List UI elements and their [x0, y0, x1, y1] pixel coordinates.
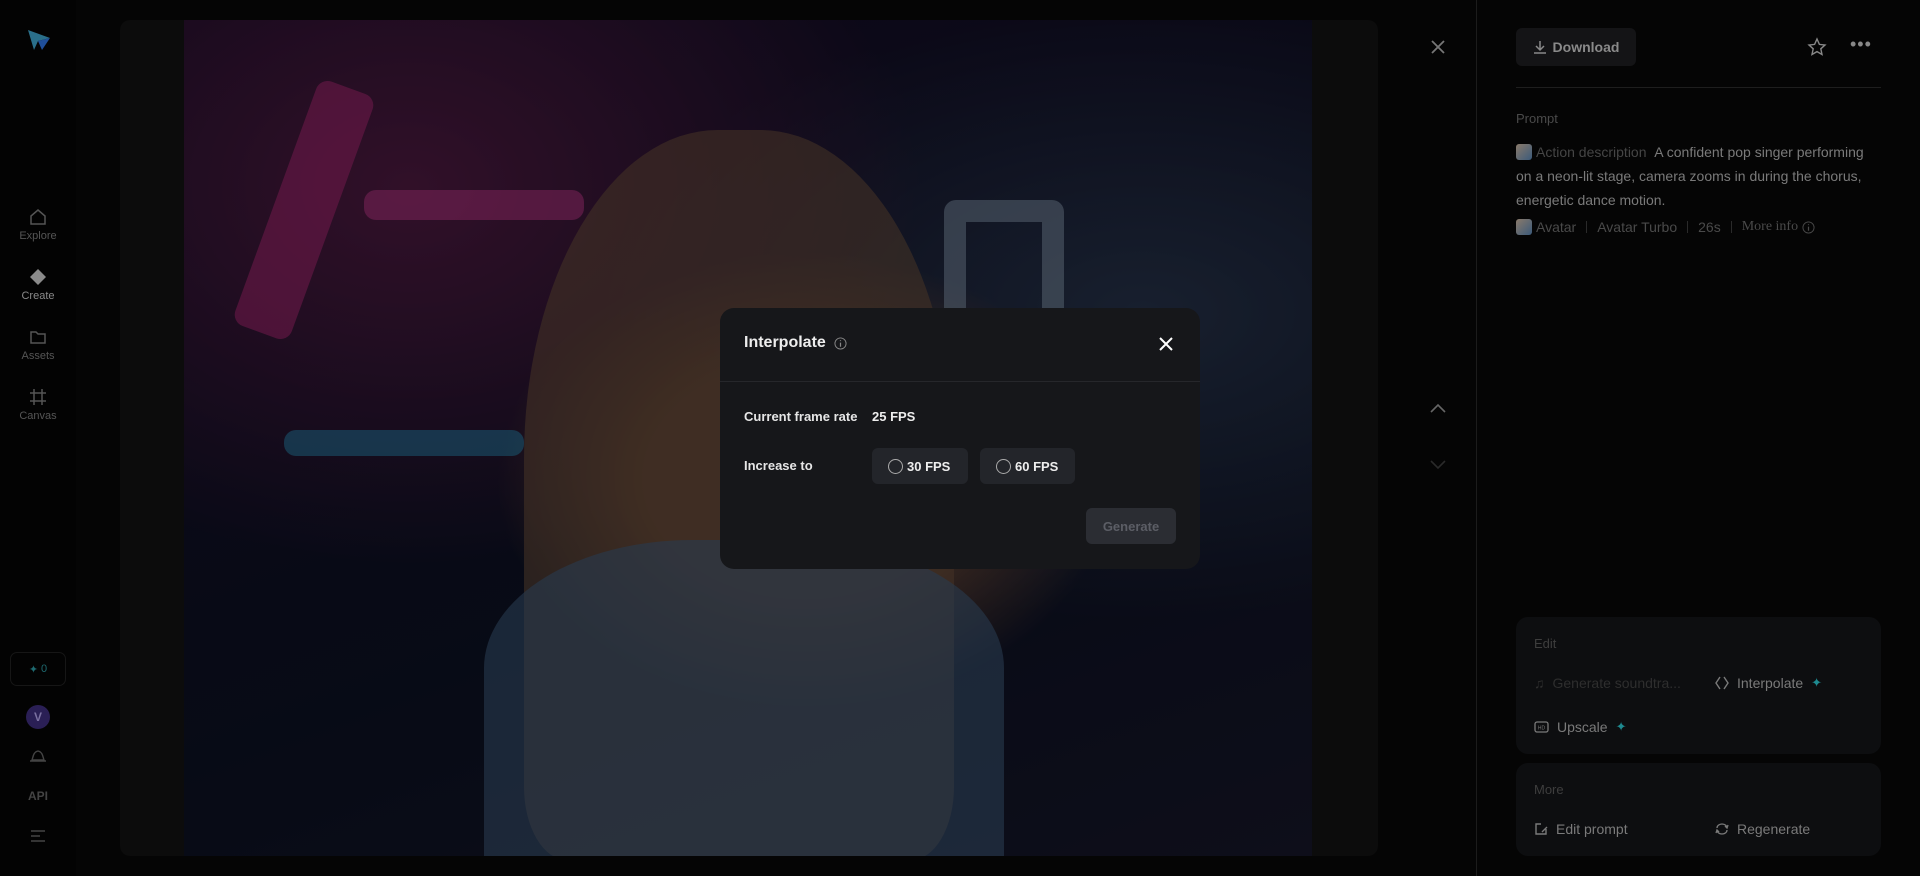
current-frame-rate-label: Current frame rate — [744, 409, 858, 424]
sparkle-icon: ✦ — [1811, 675, 1823, 690]
generate-button[interactable]: Generate — [1086, 508, 1176, 544]
avatar-thumbnail — [1516, 219, 1532, 235]
folder-icon — [30, 331, 46, 344]
download-button[interactable]: Download — [1516, 28, 1636, 66]
edit-title: Edit — [1534, 636, 1557, 651]
more-options-icon[interactable]: ••• — [1850, 34, 1872, 55]
sparkle-icon: ✦ — [28, 663, 39, 676]
sidebar-item-assets[interactable]: Assets — [0, 328, 76, 362]
bell-icon[interactable] — [29, 748, 47, 764]
home-icon — [30, 209, 46, 225]
more-info-link[interactable]: More info — [1742, 219, 1815, 235]
radio-icon — [888, 458, 903, 474]
more-card: More Edit prompt Regenerate — [1516, 763, 1881, 856]
regenerate-icon — [1715, 823, 1729, 835]
star-icon[interactable] — [1807, 37, 1827, 57]
current-frame-rate-value: 25 FPS — [872, 409, 916, 424]
increase-to-label: Increase to — [744, 458, 813, 473]
sidebar-item-canvas[interactable]: Canvas — [0, 388, 76, 422]
interpolate-icon — [1715, 676, 1729, 690]
option-30fps[interactable]: 30 FPS — [872, 448, 968, 484]
svg-text:HD: HD — [1538, 725, 1546, 731]
edit-prompt-button[interactable]: Edit prompt — [1534, 821, 1628, 837]
credits-button[interactable]: ✦ 0 — [10, 652, 66, 686]
avatar-thumbnail — [1516, 144, 1532, 160]
close-icon[interactable] — [1156, 334, 1176, 354]
frame-icon — [30, 389, 46, 405]
music-note-icon: ♫ — [1534, 675, 1545, 691]
hd-icon: HD — [1534, 721, 1549, 733]
chevron-up-icon[interactable] — [1430, 403, 1446, 413]
sparkle-icon: ✦ — [1615, 719, 1627, 734]
logo-icon[interactable] — [26, 28, 52, 52]
upscale-button[interactable]: HD Upscale ✦ — [1534, 719, 1627, 735]
sidebar: Explore Create Assets Canvas ✦ 0 V API — [0, 0, 76, 876]
more-title: More — [1534, 782, 1564, 797]
prompt-meta: Avatar Avatar Turbo 26s More info — [1516, 219, 1815, 235]
download-icon — [1533, 41, 1546, 54]
radio-icon — [996, 458, 1011, 474]
divider — [1516, 87, 1881, 88]
info-icon — [1802, 220, 1815, 234]
avatar[interactable]: V — [26, 705, 50, 729]
close-icon[interactable] — [1430, 39, 1446, 55]
panel-divider — [1476, 0, 1477, 876]
edit-icon — [1535, 823, 1548, 835]
interpolate-button[interactable]: Interpolate ✦ — [1715, 675, 1822, 691]
info-icon[interactable] — [834, 336, 847, 350]
api-link[interactable]: API — [0, 789, 76, 803]
menu-icon[interactable] — [30, 830, 46, 842]
dialog-title: Interpolate — [744, 334, 847, 352]
divider — [720, 381, 1200, 382]
sidebar-item-create[interactable]: Create — [0, 268, 76, 302]
edit-card: Edit ♫ Generate soundtra... Interpolate ✦ … — [1516, 617, 1881, 754]
prompt-label: Prompt — [1516, 111, 1558, 126]
regenerate-button[interactable]: Regenerate — [1715, 821, 1810, 837]
option-60fps[interactable]: 60 FPS — [980, 448, 1075, 484]
diamond-icon — [30, 269, 46, 285]
interpolate-dialog: Interpolate Current frame rate 25 FPS In… — [720, 308, 1200, 569]
generate-soundtrack-button[interactable]: ♫ Generate soundtra... — [1534, 675, 1681, 691]
sidebar-item-explore[interactable]: Explore — [0, 208, 76, 242]
prompt-text: Action description A confident pop singe… — [1516, 144, 1864, 208]
chevron-down-icon[interactable] — [1430, 460, 1446, 470]
